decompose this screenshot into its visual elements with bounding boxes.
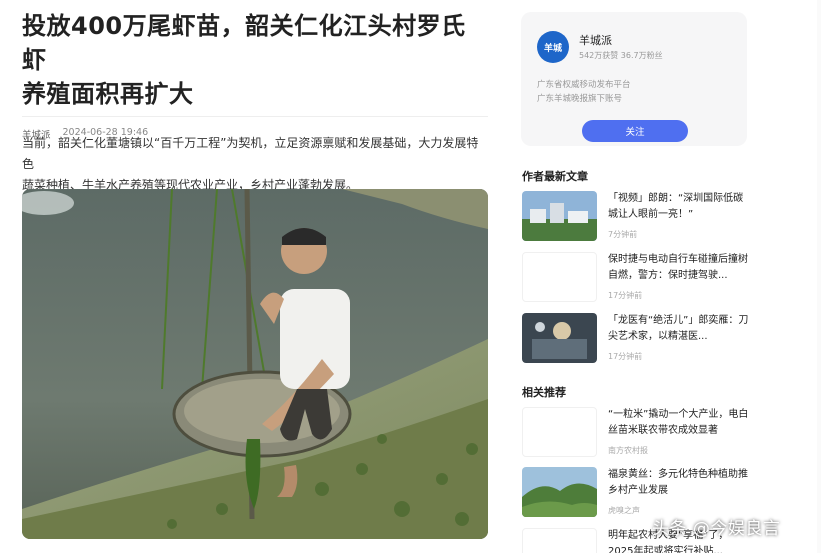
scrollbar[interactable] [817, 0, 821, 553]
related-item[interactable]: 福泉黄丝：多元化特色种植助推乡村产业发展 虎嗅之声 [522, 467, 750, 517]
article-photo [22, 189, 488, 539]
author-description: 广东省权威移动发布平台 广东羊城晚报旗下账号 [537, 78, 631, 106]
related-title: “一粒米”撬动一个大产业，电白丝苗米联农带农成效显著 [608, 409, 749, 436]
latest-article-time: 17分钟前 [608, 352, 643, 361]
latest-article-item[interactable]: 「视频」郎朗：“深圳国际低碳城让人眼前一亮！” 7分钟前 [522, 191, 750, 241]
related-source: 南方农村报 [608, 446, 648, 455]
latest-article-time: 17分钟前 [608, 291, 643, 300]
latest-articles-heading: 作者最新文章 [522, 170, 588, 183]
article: 投放400万尾虾苗，韶关仁化江头村罗氏虾 养殖面积再扩大 羊城派 2024-06… [22, 0, 490, 539]
article-title-line-1: 投放400万尾虾苗，韶关仁化江头村罗氏虾 [22, 12, 466, 74]
watermark: 头条 @今娱良言 [652, 519, 781, 539]
latest-article-title: 「视频」郎朗：“深圳国际低碳城让人眼前一亮！” [608, 193, 744, 220]
latest-article-title: 「龙医有“绝活儿”」郎奕雁：刀尖艺术家，以精湛医... [608, 315, 749, 342]
related-source: 虎嗅之声 [608, 506, 640, 515]
related-title: 福泉黄丝：多元化特色种植助推乡村产业发展 [608, 469, 748, 496]
latest-article-thumb [522, 191, 597, 241]
author-card: 羊城 羊城派 542万获赞 36.7万粉丝 广东省权威移动发布平台 广东羊城晚报… [521, 12, 747, 146]
author-desc-line-2: 广东羊城晚报旗下账号 [537, 94, 623, 104]
author-avatar[interactable]: 羊城 [537, 31, 569, 63]
latest-article-item[interactable]: 保时捷与电动自行车碰撞后撞树自燃，警方：保时捷驾驶... 17分钟前 [522, 252, 750, 302]
shrimp-pond-photo [22, 189, 488, 539]
related-item[interactable]: “一粒米”撬动一个大产业，电白丝苗米联农带农成效显著 南方农村报 [522, 407, 750, 457]
related-heading: 相关推荐 [522, 386, 566, 399]
article-title: 投放400万尾虾苗，韶关仁化江头村罗氏虾 养殖面积再扩大 [22, 0, 490, 111]
author-desc-line-1: 广东省权威移动发布平台 [537, 80, 631, 90]
article-title-line-2: 养殖面积再扩大 [22, 80, 194, 108]
author-name[interactable]: 羊城派 [579, 32, 612, 48]
article-lead: 当前，韶关仁化董塘镇以“百千万工程”为契机，立足资源禀赋和发展基础，大力发展特色… [22, 133, 490, 196]
latest-article-time: 7分钟前 [608, 230, 638, 239]
related-thumb [522, 407, 597, 457]
latest-article-thumb [522, 313, 597, 363]
follow-button[interactable]: 关注 [582, 120, 688, 142]
related-thumb [522, 467, 597, 517]
author-stats: 542万获赞 36.7万粉丝 [579, 51, 663, 60]
latest-article-item[interactable]: 「龙医有“绝活儿”」郎奕雁：刀尖艺术家，以精湛医... 17分钟前 [522, 313, 750, 363]
latest-article-title: 保时捷与电动自行车碰撞后撞树自燃，警方：保时捷驾驶... [608, 254, 748, 281]
meta-divider [22, 116, 488, 117]
latest-article-thumb [522, 252, 597, 302]
related-thumb [522, 528, 597, 553]
article-lead-line-1: 当前，韶关仁化董塘镇以“百千万工程”为契机，立足资源禀赋和发展基础，大力发展特色 [22, 136, 479, 171]
